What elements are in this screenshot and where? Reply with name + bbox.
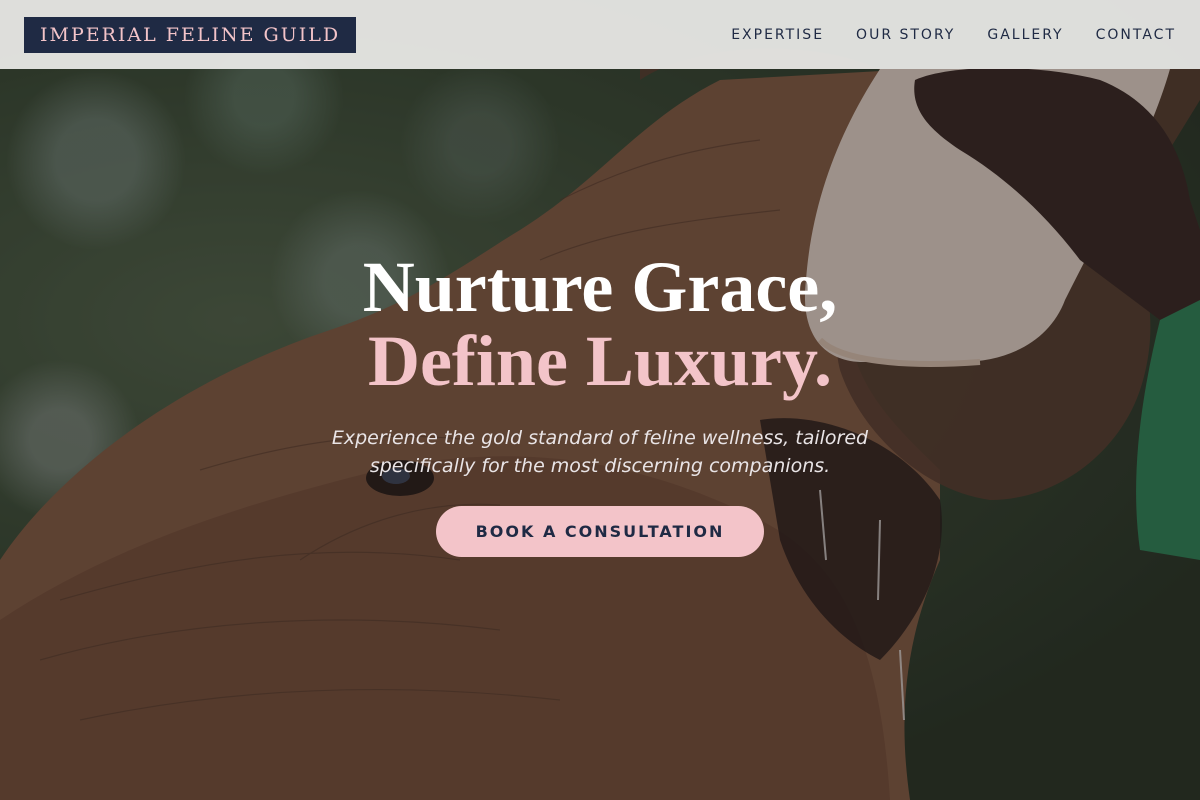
hero-subtitle: Experience the gold standard of feline w… — [331, 427, 869, 477]
headline-line-2: Define Luxury. — [367, 321, 832, 401]
brand-logo[interactable]: IMPERIAL FELINE GUILD — [24, 16, 357, 53]
hero-headline: Nurture Grace, Define Luxury. — [363, 250, 838, 398]
brand-name: IMPERIAL FELINE GUILD — [40, 23, 341, 46]
primary-nav: EXPERTISE OUR STORY GALLERY CONTACT — [731, 27, 1176, 43]
hero-section: Nurture Grace, Define Luxury. Experience… — [0, 250, 1200, 557]
nav-link-gallery[interactable]: GALLERY — [987, 27, 1063, 43]
top-navigation-bar: IMPERIAL FELINE GUILD EXPERTISE OUR STOR… — [0, 0, 1200, 69]
nav-link-contact[interactable]: CONTACT — [1096, 27, 1176, 43]
book-consultation-button[interactable]: BOOK A CONSULTATION — [435, 506, 765, 557]
nav-link-our-story[interactable]: OUR STORY — [856, 27, 955, 43]
nav-link-expertise[interactable]: EXPERTISE — [731, 27, 824, 43]
headline-line-1: Nurture Grace, — [362, 247, 838, 327]
